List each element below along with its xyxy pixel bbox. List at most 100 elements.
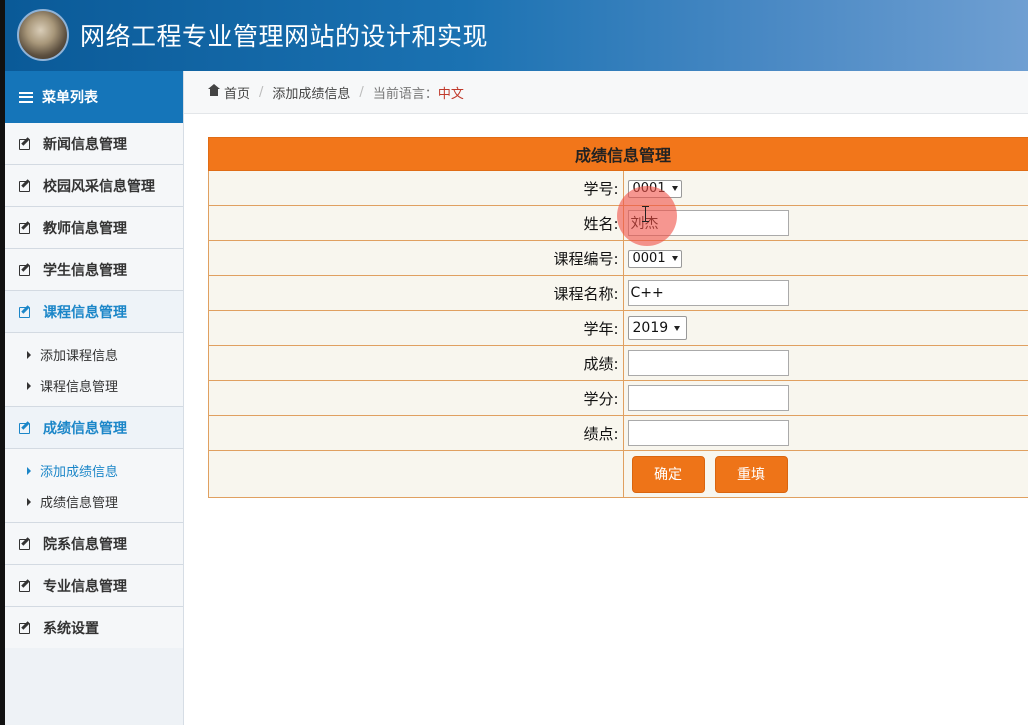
- sidebar-item-label: 院系信息管理: [43, 536, 127, 553]
- language-value: 中文: [437, 86, 464, 102]
- score-cell: [622, 345, 1028, 381]
- edit-icon: [19, 179, 32, 192]
- credit-cell: [622, 380, 1028, 416]
- name-label: 姓名:: [208, 205, 624, 241]
- sidebar-item-teachers[interactable]: 教师信息管理: [5, 207, 183, 249]
- year-label: 学年:: [208, 310, 624, 346]
- chevron-down-icon: [671, 256, 678, 262]
- gpa-input[interactable]: [627, 420, 789, 446]
- gpa-cell: [622, 415, 1028, 451]
- chevron-down-icon: [674, 325, 681, 331]
- credit-label: 学分:: [208, 380, 624, 416]
- student-no-label: 学号:: [208, 170, 624, 206]
- form-row-course-no: 课程编号: 0001: [208, 240, 1028, 276]
- course-name-cell: [622, 275, 1028, 311]
- form-row-credit: 学分:: [208, 380, 1028, 416]
- course-no-value: 0001: [632, 251, 666, 267]
- course-no-cell: 0001: [622, 240, 1028, 276]
- sidebar-item-campus[interactable]: 校园风采信息管理: [5, 165, 183, 207]
- site-logo: [17, 9, 69, 61]
- sidebar-item-scores[interactable]: 成绩信息管理: [5, 407, 183, 449]
- reset-button[interactable]: 重填: [714, 455, 788, 493]
- year-select[interactable]: 2019: [627, 316, 688, 340]
- year-value: 2019: [632, 320, 669, 336]
- submenu-label: 课程信息管理: [40, 380, 119, 395]
- edit-icon: [19, 221, 32, 234]
- course-name-input[interactable]: [627, 280, 789, 306]
- edit-icon: [19, 621, 32, 634]
- form-row-name: 姓名:: [208, 205, 1028, 241]
- form-row-gpa: 绩点:: [208, 415, 1028, 451]
- courses-submenu: 添加课程信息 课程信息管理: [5, 333, 183, 407]
- buttons-cell: 确定 重填: [622, 450, 1028, 498]
- score-input[interactable]: [627, 350, 789, 376]
- sidebar-item-students[interactable]: 学生信息管理: [5, 249, 183, 291]
- gpa-label: 绩点:: [208, 415, 624, 451]
- chevron-down-icon: [671, 186, 678, 192]
- form-buttons-row: 确定 重填: [208, 450, 1028, 498]
- year-cell: 2019: [622, 310, 1028, 346]
- sidebar-item-departments[interactable]: 院系信息管理: [5, 523, 183, 565]
- credit-input[interactable]: [627, 385, 789, 411]
- home-icon: [208, 83, 220, 97]
- edit-icon: [19, 263, 32, 276]
- sidebar-item-courses[interactable]: 课程信息管理: [5, 291, 183, 333]
- site-title: 网络工程专业管理网站的设计和实现: [80, 22, 489, 51]
- sidebar-title: 菜单列表: [42, 90, 98, 106]
- form-row-student-no: 学号: 0001: [208, 170, 1028, 206]
- sidebar-item-label: 成绩信息管理: [43, 420, 127, 437]
- edit-icon: [19, 305, 32, 318]
- scores-submenu: 添加成绩信息 成绩信息管理: [5, 449, 183, 523]
- submenu-manage-scores[interactable]: 成绩信息管理: [5, 486, 183, 517]
- submenu-add-course[interactable]: 添加课程信息: [5, 339, 183, 370]
- sidebar-item-label: 教师信息管理: [43, 220, 127, 237]
- edit-icon: [19, 537, 32, 550]
- sidebar-item-label: 系统设置: [43, 620, 99, 637]
- form-title: 成绩信息管理: [208, 137, 1028, 171]
- form-row-year: 学年: 2019: [208, 310, 1028, 346]
- form-row-course-name: 课程名称:: [208, 275, 1028, 311]
- score-label: 成绩:: [208, 345, 624, 381]
- form-title-row: 成绩信息管理: [208, 137, 1028, 171]
- submenu-label: 成绩信息管理: [40, 496, 119, 511]
- submit-button[interactable]: 确定: [631, 455, 705, 493]
- sidebar-item-label: 专业信息管理: [43, 578, 127, 595]
- sidebar: 菜单列表 新闻信息管理 校园风采信息管理 教师信息管理 学生信息管理 课程信息管…: [5, 71, 184, 725]
- sidebar-item-label: 新闻信息管理: [43, 136, 127, 153]
- breadcrumb-current: 添加成绩信息: [272, 86, 351, 102]
- list-icon: [19, 91, 33, 103]
- sidebar-item-majors[interactable]: 专业信息管理: [5, 565, 183, 607]
- sidebar-item-label: 学生信息管理: [43, 262, 127, 279]
- caret-right-icon: [27, 350, 31, 359]
- breadcrumb-home[interactable]: 首页: [224, 83, 250, 102]
- caret-right-icon: [27, 497, 31, 506]
- name-cell: [622, 205, 1028, 241]
- language-label: 当前语言：: [372, 86, 438, 102]
- course-no-select[interactable]: 0001: [627, 249, 682, 268]
- submenu-manage-courses[interactable]: 课程信息管理: [5, 370, 183, 401]
- student-no-value: 0001: [632, 181, 666, 197]
- breadcrumb-separator: /: [259, 84, 264, 100]
- sidebar-item-label: 课程信息管理: [43, 304, 127, 321]
- sidebar-header: 菜单列表: [5, 71, 183, 123]
- submenu-add-score[interactable]: 添加成绩信息: [5, 455, 183, 486]
- name-input[interactable]: [627, 210, 789, 236]
- sidebar-item-settings[interactable]: 系统设置: [5, 607, 183, 648]
- site-header: 网络工程专业管理网站的设计和实现: [5, 0, 1028, 71]
- breadcrumb: 首页 / 添加成绩信息 / 当前语言： 中文: [184, 71, 1028, 114]
- student-no-select[interactable]: 0001: [627, 179, 682, 198]
- buttons-empty-cell: [208, 450, 624, 498]
- caret-right-icon: [27, 381, 31, 390]
- sidebar-item-news[interactable]: 新闻信息管理: [5, 123, 183, 165]
- edit-icon: [19, 579, 32, 592]
- submenu-label: 添加课程信息: [40, 349, 119, 364]
- edit-icon: [19, 137, 32, 150]
- sidebar-item-label: 校园风采信息管理: [43, 178, 155, 195]
- breadcrumb-separator: /: [359, 84, 364, 100]
- score-form: 成绩信息管理 学号: 0001 姓名: 课程编号: 0001 课程名称:: [208, 137, 1028, 498]
- caret-right-icon: [27, 466, 31, 475]
- edit-icon: [19, 421, 32, 434]
- submenu-label: 添加成绩信息: [40, 465, 119, 480]
- form-row-score: 成绩:: [208, 345, 1028, 381]
- student-no-cell: 0001: [622, 170, 1028, 206]
